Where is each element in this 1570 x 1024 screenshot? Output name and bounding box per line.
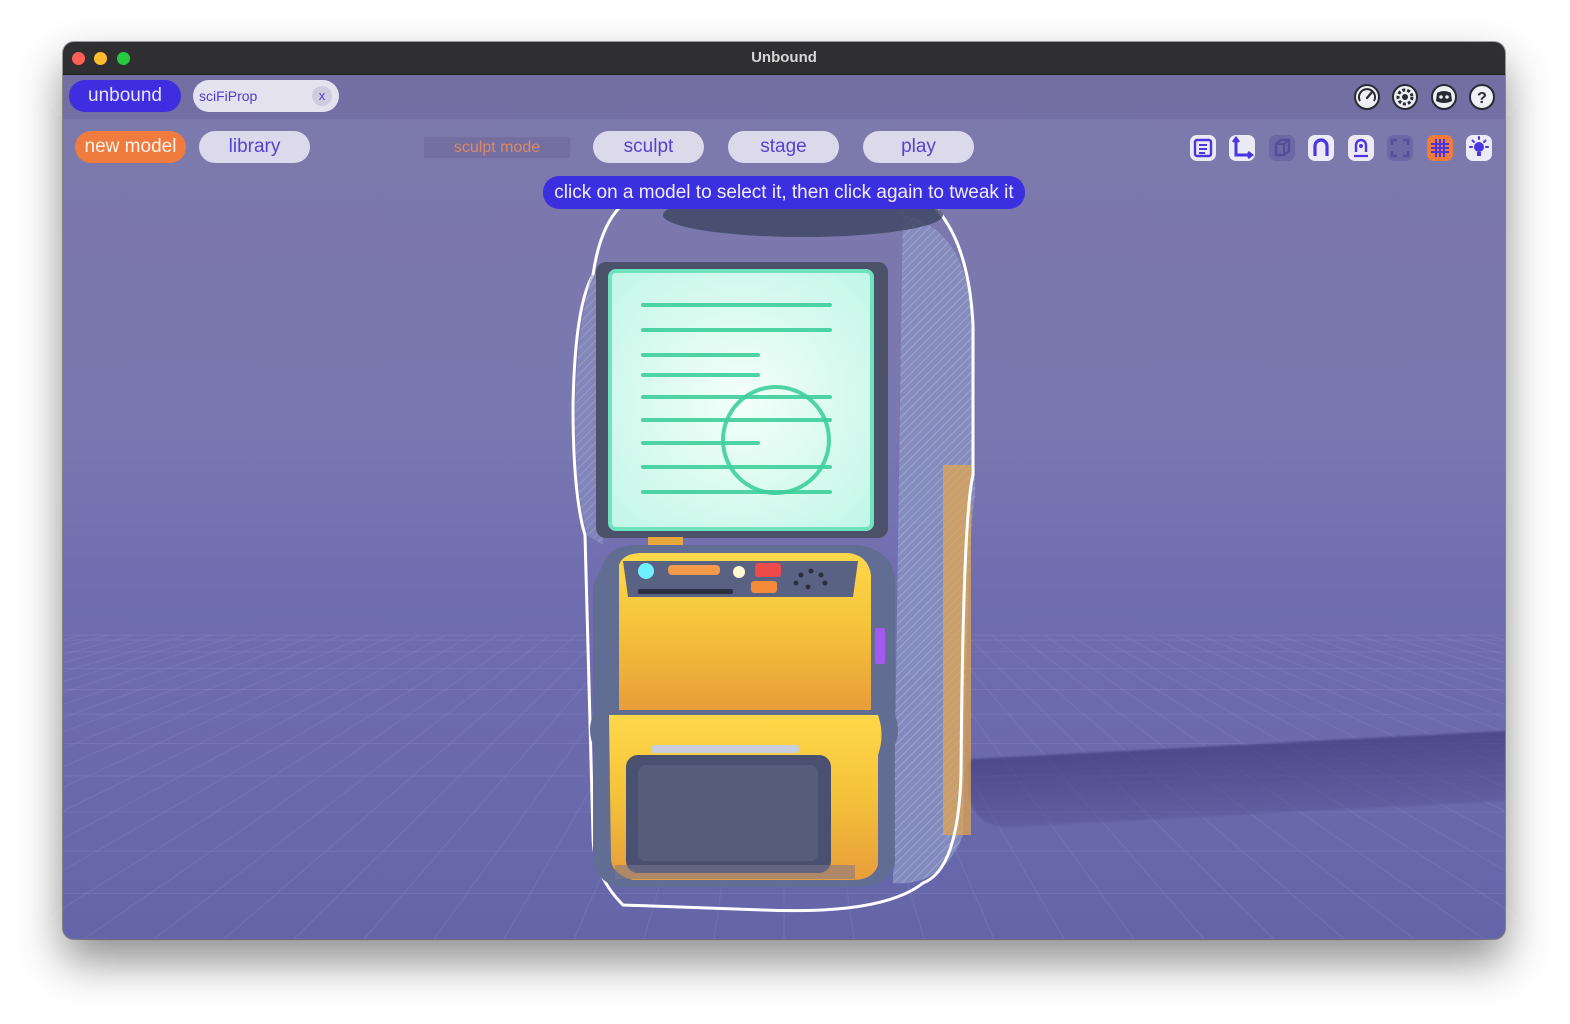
frame-select-icon[interactable] — [1386, 134, 1414, 162]
discord-icon[interactable] — [1430, 83, 1458, 111]
app-window: Unbound unbound sciFiProp x ? new model … — [63, 42, 1505, 939]
document-tab[interactable]: sciFiProp x — [193, 80, 339, 112]
performance-gauge-icon[interactable] — [1353, 83, 1381, 111]
person-magnet-icon[interactable] — [1347, 134, 1375, 162]
library-button[interactable]: library — [199, 131, 310, 163]
close-tab-button[interactable]: x — [312, 86, 332, 106]
document-tab-label: sciFiProp — [199, 88, 258, 104]
brand-home-button[interactable]: unbound — [69, 80, 181, 112]
mode-play-button[interactable]: play — [863, 131, 974, 163]
axis-transform-icon[interactable] — [1228, 134, 1256, 162]
mode-stage-button[interactable]: stage — [728, 131, 839, 163]
selection-hint: click on a model to select it, then clic… — [543, 176, 1025, 209]
list-panel-icon[interactable] — [1189, 134, 1217, 162]
new-model-button[interactable]: new model — [75, 131, 186, 163]
current-mode-label: sculpt mode — [424, 137, 570, 158]
window-title: Unbound — [751, 49, 817, 66]
light-bulb-icon[interactable] — [1465, 134, 1493, 162]
title-bar: Unbound — [63, 42, 1505, 75]
svg-text:?: ? — [1477, 90, 1487, 107]
3d-viewport[interactable]: unbound sciFiProp x ? new model library … — [63, 75, 1505, 939]
mode-sculpt-button[interactable]: sculpt — [593, 131, 704, 163]
settings-gear-icon[interactable] — [1391, 83, 1419, 111]
cube-icon[interactable] — [1268, 134, 1296, 162]
magnet-icon[interactable] — [1307, 134, 1335, 162]
help-icon[interactable]: ? — [1468, 83, 1496, 111]
grid-icon[interactable] — [1426, 134, 1454, 162]
